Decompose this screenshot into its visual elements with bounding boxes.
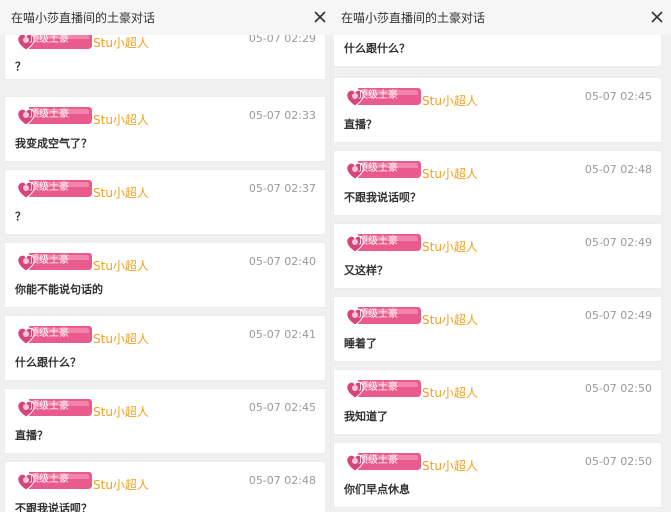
username[interactable]: Stu小超人 [93,330,149,347]
timestamp: 05-07 02:50 [584,382,652,395]
badge-label: 顶级土豪 [29,35,69,45]
message-text: ？ [15,210,26,223]
badge-label: 顶级土豪 [358,309,398,320]
message-card: 顶级土豪 Stu小超人 05-07 02:29 ？ [5,35,325,79]
badge-label: 顶级土豪 [29,255,69,266]
message-list[interactable]: 顶级土豪 Stu小超人 05-07 02:29 ？ 顶级土豪 Stu小超人 05… [0,35,331,512]
badge-label: 顶级土豪 [358,382,398,393]
message-text: 我变成空气了？ [15,137,92,150]
message-text: 我知道了 [344,410,388,423]
message-card: 什么跟什么？ [334,35,661,66]
message-card: 顶级土豪 Stu小超人 05-07 02:48 不跟我说话呗？ [5,462,325,512]
timestamp: 05-07 02:49 [584,236,652,249]
message-text: 什么跟什么？ [15,356,81,369]
message-text: ？ [15,60,26,73]
message-card: 顶级土豪 Stu小超人 05-07 02:48 不跟我说话呗？ [334,151,661,215]
username[interactable]: Stu小超人 [93,184,149,201]
timestamp: 05-07 02:45 [248,401,316,414]
badge-label: 顶级土豪 [358,90,398,101]
panel-header: 在喵小莎直播间的土豪对话 [0,0,331,35]
username[interactable]: Stu小超人 [93,257,149,274]
message-text: 又这样？ [344,264,388,277]
message-text: 不跟我说话呗？ [344,191,421,204]
username[interactable]: Stu小超人 [422,457,478,474]
message-card: 顶级土豪 Stu小超人 05-07 02:49 又这样？ [334,224,661,288]
close-icon[interactable] [649,9,665,25]
username[interactable]: Stu小超人 [422,238,478,255]
dialog-screenshot: 在喵小莎直播间的土豪对话 顶级土豪 Stu小超人 05-07 02:29 ？ 顶… [0,0,671,512]
badge-label: 顶级土豪 [358,236,398,247]
message-text: 你能不能说句话的 [15,283,103,296]
message-card: 顶级土豪 Stu小超人 05-07 02:33 我变成空气了？ [5,97,325,161]
username[interactable]: Stu小超人 [93,111,149,128]
message-card: 顶级土豪 Stu小超人 05-07 02:50 我知道了 [334,370,661,434]
badge-label: 顶级土豪 [29,182,69,193]
username[interactable]: Stu小超人 [93,35,149,51]
message-card: 顶级土豪 Stu小超人 05-07 02:37 ？ [5,170,325,234]
message-card: 顶级土豪 Stu小超人 05-07 02:50 你们早点休息 [334,443,661,507]
message-text: 睡着了 [344,337,377,350]
panel-title: 在喵小莎直播间的土豪对话 [11,11,156,25]
username[interactable]: Stu小超人 [422,311,478,328]
timestamp: 05-07 02:33 [248,109,316,122]
panel-title: 在喵小莎直播间的土豪对话 [341,11,486,25]
timestamp: 05-07 02:29 [248,35,316,45]
timestamp: 05-07 02:37 [248,182,316,195]
username[interactable]: Stu小超人 [422,165,478,182]
left-chat-panel: 在喵小莎直播间的土豪对话 顶级土豪 Stu小超人 05-07 02:29 ？ 顶… [0,0,331,512]
panel-header: 在喵小莎直播间的土豪对话 [331,0,671,35]
message-card: 顶级土豪 Stu小超人 05-07 02:45 直播？ [5,389,325,453]
timestamp: 05-07 02:48 [248,474,316,487]
timestamp: 05-07 02:48 [584,163,652,176]
badge-label: 顶级土豪 [29,474,69,485]
right-chat-panel: 在喵小莎直播间的土豪对话 什么跟什么？ 顶级土豪 Stu小超人 05-07 02… [331,0,671,512]
timestamp: 05-07 02:50 [584,455,652,468]
message-text: 直播？ [15,429,48,442]
username[interactable]: Stu小超人 [93,403,149,420]
message-card: 顶级土豪 Stu小超人 05-07 02:40 你能不能说句话的 [5,243,325,307]
timestamp: 05-07 02:40 [248,255,316,268]
badge-label: 顶级土豪 [29,328,69,339]
timestamp: 05-07 02:41 [248,328,316,341]
message-text: 不跟我说话呗？ [15,502,92,512]
username[interactable]: Stu小超人 [422,384,478,401]
username[interactable]: Stu小超人 [93,476,149,493]
badge-label: 顶级土豪 [29,109,69,120]
message-card: 顶级土豪 Stu小超人 05-07 02:45 直播？ [334,78,661,142]
badge-label: 顶级土豪 [358,455,398,466]
badge-label: 顶级土豪 [358,163,398,174]
message-card: 顶级土豪 Stu小超人 05-07 02:49 睡着了 [334,297,661,361]
message-text: 你们早点休息 [344,483,410,496]
message-text: 直播？ [344,118,377,131]
message-card: 顶级土豪 Stu小超人 05-07 02:41 什么跟什么？ [5,316,325,380]
badge-label: 顶级土豪 [29,401,69,412]
username[interactable]: Stu小超人 [422,92,478,109]
timestamp: 05-07 02:45 [584,90,652,103]
timestamp: 05-07 02:49 [584,309,652,322]
close-icon[interactable] [312,9,328,25]
message-list[interactable]: 什么跟什么？ 顶级土豪 Stu小超人 05-07 02:45 直播？ 顶级土豪 … [331,35,671,512]
message-text: 什么跟什么？ [344,42,410,55]
